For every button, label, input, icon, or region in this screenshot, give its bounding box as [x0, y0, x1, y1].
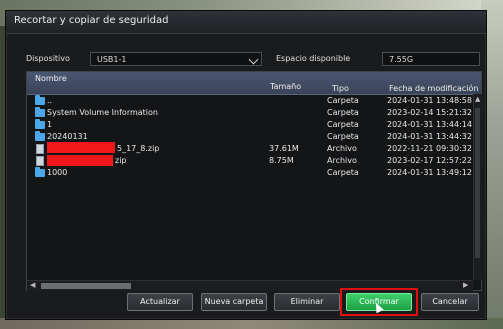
row-size: 8.75M	[269, 156, 294, 165]
device-select[interactable]: USB1-1	[90, 52, 262, 66]
row-date: 2024-01-31 13:48:58	[387, 96, 472, 105]
row-type: Carpeta	[327, 108, 359, 117]
row-name: System Volume Information	[47, 108, 158, 117]
row-name: 1	[47, 120, 53, 129]
folder-icon	[35, 95, 45, 105]
folder-icon	[35, 119, 45, 129]
dialog-title: Recortar y copiar de seguridad	[14, 15, 169, 26]
table-row[interactable]: System Volume Information Carpeta 2023-0…	[27, 107, 473, 118]
table-row[interactable]: 1 Carpeta 2024-01-31 13:44:14	[27, 119, 473, 130]
horizontal-scroll-thumb[interactable]	[41, 283, 131, 289]
table-row[interactable]: .. Carpeta 2024-01-31 13:48:58	[27, 95, 473, 106]
folder-icon	[35, 167, 45, 177]
row-name: 5_17_8.zip	[117, 144, 160, 153]
row-date: 2024-01-31 13:44:32	[387, 132, 472, 141]
row-name: 1000	[47, 168, 68, 177]
row-type: Carpeta	[327, 96, 359, 105]
column-header-size[interactable]: Tamaño	[270, 82, 301, 91]
redaction-mark	[47, 142, 115, 153]
delete-button[interactable]: Eliminar	[274, 293, 340, 311]
folder-icon	[35, 131, 45, 141]
row-type: Archivo	[327, 156, 357, 165]
refresh-button[interactable]: Actualizar	[127, 293, 193, 311]
folder-icon	[35, 107, 45, 117]
vertical-scrollbar[interactable]: ▲	[473, 94, 482, 280]
new-folder-button[interactable]: Nueva carpeta	[201, 293, 267, 311]
row-size: 37.61M	[269, 144, 299, 153]
redaction-mark	[47, 155, 113, 166]
row-type: Carpeta	[327, 120, 359, 129]
backup-dialog: Recortar y copiar de seguridad Dispositi…	[5, 10, 487, 320]
row-type: Carpeta	[327, 168, 359, 177]
available-space-label: Espacio disponible	[276, 54, 351, 63]
file-table: Nombre Tamaño Tipo Fecha de modificación…	[26, 71, 482, 291]
device-label: Dispositivo	[26, 54, 70, 63]
row-type: Archivo	[327, 144, 357, 153]
available-space-value: 7.55G	[389, 55, 414, 64]
chevron-down-icon	[248, 54, 259, 65]
column-header-name[interactable]: Nombre	[35, 74, 67, 83]
column-header-date[interactable]: Fecha de modificación	[389, 84, 478, 93]
row-date: 2022-11-21 09:30:32	[387, 144, 472, 153]
scroll-left-icon[interactable]: ◀	[30, 282, 35, 289]
table-row[interactable]: 1000 Carpeta 2024-01-31 13:49:12	[27, 167, 473, 178]
row-date: 2024-01-31 13:44:14	[387, 120, 472, 129]
row-name: zip	[115, 156, 127, 165]
file-icon	[36, 156, 44, 166]
row-type: Carpeta	[327, 132, 359, 141]
table-header: Nombre Tamaño Tipo Fecha de modificación	[27, 72, 481, 95]
column-header-type[interactable]: Tipo	[332, 84, 349, 93]
vertical-scroll-thumb[interactable]	[475, 108, 480, 258]
table-row[interactable]: 5_17_8.zip 37.61M Archivo 2022-11-21 09:…	[27, 142, 473, 154]
table-row[interactable]: 20240131 Carpeta 2024-01-31 13:44:32	[27, 131, 473, 142]
scroll-right-icon[interactable]: ▶	[463, 282, 468, 289]
cancel-button[interactable]: Cancelar	[421, 293, 479, 311]
row-date: 2024-01-31 13:49:12	[387, 168, 472, 177]
device-select-value: USB1-1	[97, 55, 127, 64]
table-row[interactable]: zip 8.75M Archivo 2023-02-17 12:57:22	[27, 155, 473, 166]
row-name: ..	[47, 96, 53, 105]
available-space-field: 7.55G	[382, 52, 480, 66]
row-date: 2023-02-14 15:21:32	[387, 108, 472, 117]
row-name: 20240131	[47, 132, 88, 141]
file-icon	[36, 144, 44, 154]
scroll-up-icon[interactable]: ▲	[475, 96, 480, 103]
dialog-titlebar: Recortar y copiar de seguridad	[6, 11, 486, 34]
row-date: 2023-02-17 12:57:22	[387, 156, 472, 165]
